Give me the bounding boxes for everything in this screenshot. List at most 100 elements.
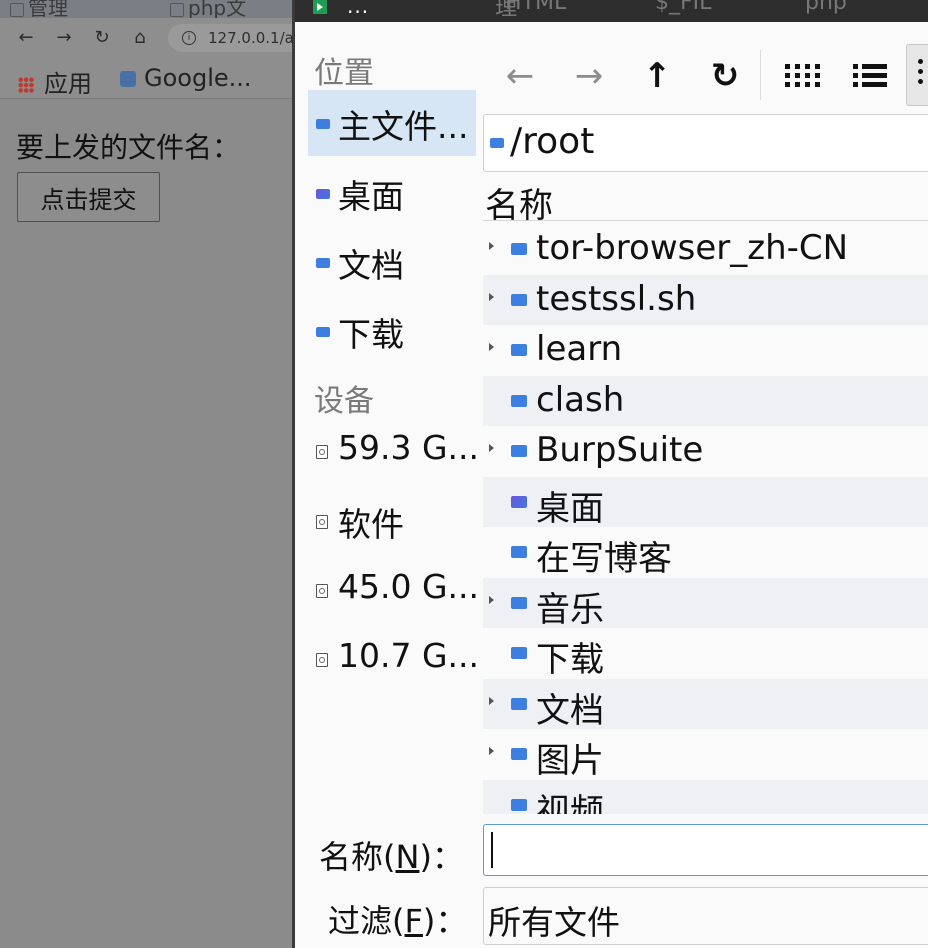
drive-icon [316,653,328,667]
music-folder-icon [511,596,527,609]
info-icon[interactable]: i [182,31,196,45]
desktop-folder-icon [511,495,527,508]
reload-icon[interactable]: ↻ [90,26,114,50]
list-view-icon[interactable] [850,56,890,96]
file-name: 音乐 [536,589,604,630]
expand-arrow-icon[interactable] [489,696,494,705]
file-row[interactable]: tor-browser_zh-CN [483,224,928,275]
browser-tab-strip: 管理 php文 [0,0,300,18]
file-filter-select[interactable]: 所有文件 [483,887,928,945]
expand-arrow-icon[interactable] [489,595,494,604]
sidebar-item-downloads[interactable]: 下载 [308,298,476,364]
folder-icon [511,243,527,255]
label-text: )： [422,902,468,940]
home-folder-icon [316,119,330,129]
file-name: clash [536,379,625,420]
folder-icon [511,293,527,306]
sidebar-item-label: 桌面 [338,177,404,216]
expand-arrow-icon[interactable] [489,747,494,755]
path-bar[interactable]: /root [483,114,928,172]
sidebar-item-label: 45.0 G... [338,567,480,606]
page-favicon-icon [10,2,24,17]
file-row[interactable]: 在写博客 [483,527,928,579]
file-row[interactable]: clash [483,375,928,426]
bookmark-label: 应用 [44,70,92,98]
label-text: )： [419,838,464,876]
name-field-label: 名称(N)： [319,832,464,878]
expand-arrow-icon[interactable] [489,242,494,250]
sidebar-item-drive[interactable]: 59.3 G... [308,418,480,484]
bookmark-label: Google... [144,64,252,92]
file-row[interactable]: 下载 [483,628,928,680]
desktop-folder-icon [316,189,330,199]
title-text: ... [347,0,370,18]
places-heading: 位置 [314,56,374,91]
submit-button[interactable]: 点击提交 [17,172,160,222]
downloads-folder-icon [511,647,527,659]
sidebar-item-label: 59.3 G... [338,428,480,467]
file-row[interactable]: BurpSuite [483,426,928,477]
forward-arrow-icon[interactable]: → [569,56,609,96]
drive-icon [316,445,328,459]
sidebar-item-label: 主文件... [338,107,469,146]
file-row[interactable]: 文档 [483,678,928,731]
apps-grid-icon [18,77,34,93]
bookmark-apps[interactable]: 应用 [18,64,92,99]
sidebar-item-drive[interactable]: 软件 [308,488,476,554]
expand-arrow-icon[interactable] [489,343,494,351]
sidebar-item-home[interactable]: 主文件... [308,90,476,156]
label-text: 名称( [319,838,396,876]
refresh-icon[interactable]: ↻ [705,56,745,96]
browser-tab-label: 管理 [28,0,68,18]
file-row[interactable]: 桌面 [483,476,928,529]
places-sidebar: 位置 主文件... 桌面 文档 下载 设备 59.3 G... 软件 45.0 [308,44,480,744]
dialog-footer: 名称(N)： 过滤(F)： 所有文件 [295,820,928,948]
up-arrow-icon[interactable]: ↑ [637,56,677,96]
current-path: /root [510,121,595,162]
expand-arrow-icon[interactable] [489,444,494,452]
bookmark-page-icon [120,71,136,87]
file-name-input[interactable] [483,824,928,876]
folder-icon [511,394,527,407]
background-tab-text: $_FIL [655,0,712,15]
folder-icon [490,138,504,148]
file-row[interactable]: 音乐 [483,577,928,630]
browser-tab[interactable]: 管理 [10,0,68,18]
column-header-label: 名称 [485,186,553,226]
browser-tab[interactable]: php文 [170,0,247,18]
sidebar-item-label: 文档 [338,246,404,285]
forward-arrow-icon[interactable]: → [52,26,76,50]
column-header-name[interactable]: 名称 [483,176,928,226]
sidebar-item-documents[interactable]: 文档 [308,229,476,295]
sidebar-item-drive[interactable]: 10.7 G... [308,626,480,692]
sidebar-item-drive[interactable]: 45.0 G... [308,557,480,623]
bookmark-google[interactable]: Google... [120,64,252,92]
expand-arrow-icon[interactable] [489,292,494,301]
dialog-titlebar[interactable]: ... 理 HTML $_FIL php [295,0,928,22]
file-name-label: 要上发的文件名： [16,131,241,164]
sidebar-item-label: 10.7 G... [338,636,480,675]
file-name: 文档 [536,690,604,731]
back-arrow-icon[interactable]: ← [500,56,540,96]
file-row[interactable]: 视频 [483,779,928,814]
devices-heading: 设备 [314,384,374,419]
grid-view-icon[interactable] [782,56,822,96]
file-row[interactable]: learn [483,325,928,376]
page-favicon-icon [170,2,184,17]
sidebar-item-desktop[interactable]: 桌面 [308,160,476,226]
file-name: 图片 [536,741,604,781]
more-options-button[interactable] [906,44,928,106]
filter-label: 过滤(F)： [328,896,467,942]
home-icon[interactable]: ⌂ [128,26,152,50]
file-row[interactable]: testssl.sh [483,274,928,325]
app-icon [313,0,327,14]
file-chooser-dialog: ... 理 HTML $_FIL php 位置 主文件... 桌面 文档 下载 … [292,0,928,948]
sidebar-item-label: 下载 [338,315,404,354]
dialog-toolbar: ← → ↑ ↻ [485,42,928,108]
back-arrow-icon[interactable]: ← [14,26,38,50]
browser-tab-label: php文 [188,0,247,18]
file-row[interactable]: 图片 [483,729,928,781]
mnemonic-key: N [395,838,420,876]
mnemonic-key: F [404,902,423,940]
address-bar[interactable]: i 127.0.0.1/a [168,24,308,52]
